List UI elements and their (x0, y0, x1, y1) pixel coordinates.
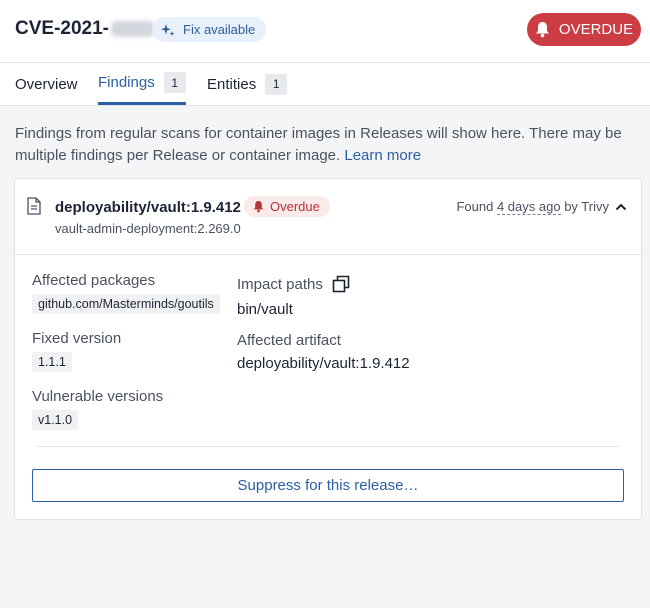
tab-label: Findings (98, 74, 155, 91)
affected-packages-label: Affected packages (32, 272, 156, 289)
affected-artifact-value: deployability/vault:1.9.412 (237, 355, 410, 372)
found-time[interactable]: 4 days ago (496, 199, 561, 215)
vulnerable-versions-label: Vulnerable versions (32, 388, 164, 405)
tab-count: 1 (163, 72, 186, 93)
tab-overview[interactable]: Overview (15, 63, 78, 105)
affected-artifact-label: Affected artifact (237, 332, 341, 349)
artifact-name: deployability/vault:1.9.412 (55, 199, 241, 216)
found-suffix: by Trivy (564, 199, 609, 214)
divider (37, 446, 619, 447)
fix-available-label: Fix available (183, 22, 256, 37)
impact-paths-label: Impact paths (237, 275, 323, 293)
status-label: Overdue (270, 199, 320, 214)
finding-details-left: Affected packages github.com/Masterminds… (32, 272, 232, 430)
fixed-version-value: 1.1.1 (32, 352, 72, 372)
impact-path-value: bin/vault (237, 301, 293, 318)
learn-more-link[interactable]: Learn more (344, 147, 421, 164)
bell-icon (535, 22, 549, 38)
copy-icon[interactable] (332, 275, 350, 293)
fix-available-badge[interactable]: Fix available (152, 17, 267, 42)
finding-header[interactable]: deployability/vault:1.9.412 Overdue vaul… (15, 179, 641, 255)
overdue-button[interactable]: OVERDUE (527, 13, 641, 46)
findings-intro: Findings from regular scans for containe… (0, 106, 650, 167)
tab-label: Overview (15, 75, 78, 93)
chevron-up-icon[interactable] (615, 203, 627, 211)
header-bar: CVE-2021- Fix available OVERDUE (0, 0, 650, 63)
found-prefix: Found (456, 199, 494, 214)
bell-icon (253, 201, 264, 213)
intro-text: Findings from regular scans for containe… (15, 125, 622, 164)
sparkle-icon (161, 23, 175, 36)
affected-package-value: github.com/Masterminds/goutils (32, 294, 220, 314)
tab-count: 1 (265, 73, 288, 95)
overdue-status-badge: Overdue (244, 196, 330, 217)
cve-id: CVE-2021- (15, 18, 109, 39)
tab-label: Entities (207, 75, 257, 93)
cve-title: CVE-2021- (15, 18, 155, 40)
redacted-id (111, 21, 155, 37)
fixed-version-label: Fixed version (32, 330, 122, 347)
tab-findings[interactable]: Findings 1 (98, 63, 186, 105)
file-icon (27, 197, 41, 215)
overdue-label: OVERDUE (558, 21, 634, 38)
deployment-name: vault-admin-deployment:2.269.0 (55, 221, 241, 236)
finding-card: deployability/vault:1.9.412 Overdue vaul… (14, 178, 642, 520)
vulnerable-versions-value: v1.1.0 (32, 410, 79, 430)
finding-details-right: Impact paths bin/vault Affected artifact… (237, 275, 617, 373)
suppress-button[interactable]: Suppress for this release… (32, 469, 624, 502)
tab-entities[interactable]: Entities 1 (207, 63, 288, 105)
found-info: Found 4 days ago by Trivy (456, 199, 609, 215)
tab-bar: Overview Findings 1 Entities 1 (0, 63, 650, 106)
